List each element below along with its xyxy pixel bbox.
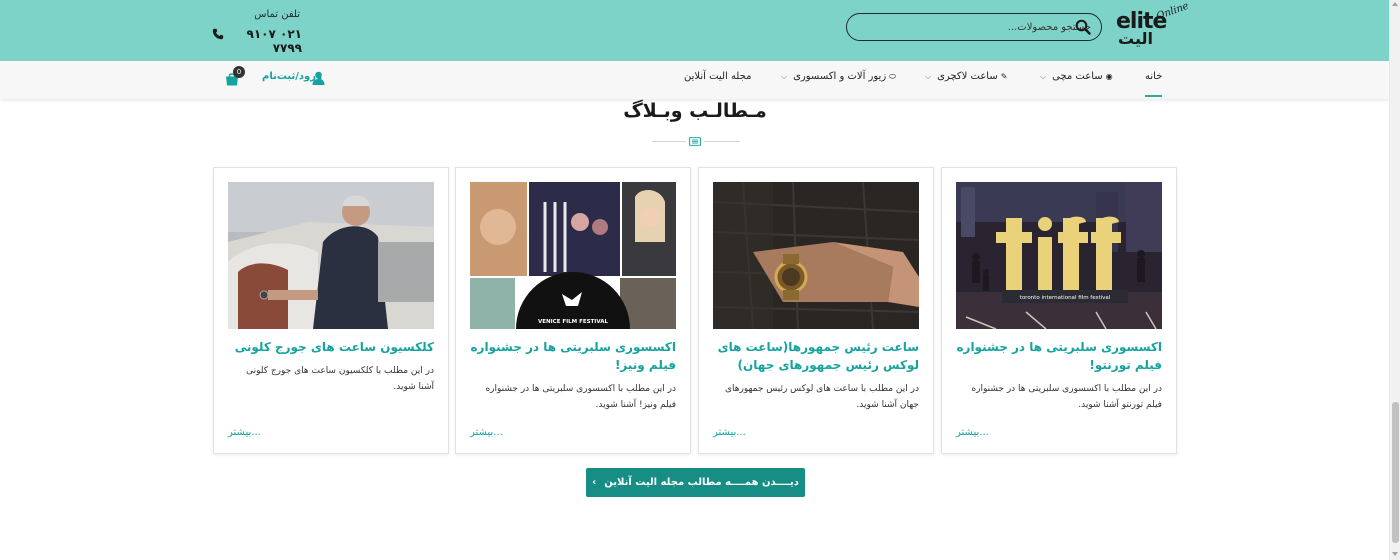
nav-home-label: خانه xyxy=(1145,71,1163,82)
read-more-link[interactable]: بیشتر... xyxy=(713,427,746,438)
blog-card-title[interactable]: کلکسیون ساعت های جورج کلونی xyxy=(228,338,434,356)
blog-card: کلکسیون ساعت های جورج کلونی در این مطلب … xyxy=(213,167,449,454)
nav-wristwatch-label: ساعت مچی xyxy=(1052,71,1103,82)
chevron-right-icon: › xyxy=(592,477,597,488)
blog-card: toronto international film festival اکسس… xyxy=(941,167,1177,454)
nav-item-luxury-watch[interactable]: ✎ساعت لاکچری ⌵ xyxy=(925,71,1007,91)
phone-icon xyxy=(212,28,224,40)
site-logo[interactable]: elite Online الیت xyxy=(1114,1,1190,48)
login-register-link[interactable]: ورود/ثبت‌نام xyxy=(262,71,322,87)
scroll-down-arrow-icon[interactable] xyxy=(1392,552,1398,556)
blog-card-excerpt: در این مطلب با کلکسیون ساعت های جورج کلو… xyxy=(246,366,434,392)
blog-card-excerpt: در این مطلب با ساعت های لوکس رئیس جمهوره… xyxy=(724,384,919,410)
nav-item-jewelry[interactable]: ⬭زیور آلات و اکسسوری ⌵ xyxy=(781,71,896,91)
newspaper-icon xyxy=(686,135,704,148)
nav-item-magazine[interactable]: مجله الیت آنلاین xyxy=(684,71,751,91)
blog-card-image[interactable]: VENICE FILM FESTIVAL xyxy=(470,182,676,329)
blog-card-excerpt: در این مطلب با اکسسوری سلبریتی ها در جشن… xyxy=(485,384,676,410)
read-more-link[interactable]: بیشتر... xyxy=(228,427,261,438)
venice-banner-text: VENICE FILM FESTIVAL xyxy=(538,319,608,325)
clock-icon: ◉ xyxy=(1105,72,1113,81)
view-all-posts-label: دیــــدن همــــه مطالب مجله الیت آنلاین xyxy=(604,477,799,488)
section-title: مـطالـب وبـلاگ xyxy=(623,100,767,122)
search-icon[interactable] xyxy=(1075,19,1091,35)
nav-magazine-label: مجله الیت آنلاین xyxy=(684,71,752,82)
nav-jewelry-label: زیور آلات و اکسسوری xyxy=(793,71,887,82)
cart-count-badge: 0 xyxy=(233,66,245,78)
blog-card-title[interactable]: ساعت رئیس جمهورها(ساعت های لوکس رئیس جمه… xyxy=(713,338,919,374)
scroll-up-arrow-icon[interactable] xyxy=(1392,2,1398,6)
search-input[interactable] xyxy=(891,18,1091,36)
pencil-icon: ✎ xyxy=(1000,72,1008,81)
tiff-sign-text: toronto international film festival xyxy=(1020,295,1111,301)
main-nav: خانه ◉ساعت مچی ⌵ ✎ساعت لاکچری ⌵ ⬭زیور آلات… xyxy=(0,61,1389,99)
blog-card-title[interactable]: اکسسوری سلبریتی ها در جشنواره فیلم ونیز! xyxy=(470,338,676,374)
ring-icon: ⬭ xyxy=(889,72,896,81)
blog-card-image[interactable] xyxy=(228,182,434,329)
nav-item-wristwatch[interactable]: ◉ساعت مچی ⌵ xyxy=(1040,71,1113,91)
chevron-down-icon: ⌵ xyxy=(781,72,788,81)
blog-card-image[interactable] xyxy=(713,182,919,329)
blog-card-image[interactable]: toronto international film festival xyxy=(956,182,1162,329)
logo-text-fa: الیت xyxy=(1118,29,1153,48)
search-box xyxy=(846,13,1102,41)
page-scrollbar[interactable] xyxy=(1389,0,1400,560)
scrollbar-thumb[interactable] xyxy=(1392,402,1399,543)
blog-card-title[interactable]: اکسسوری سلبریتی ها در جشنواره فیلم تورنت… xyxy=(956,338,1162,374)
top-header: elite Online الیت تلفن تماس ۰۲۱ ۹۱۰۷ ۷۷۹… xyxy=(0,0,1389,61)
phone-number-text: ۰۲۱ ۹۱۰۷ ۷۷۹۹ xyxy=(246,27,302,55)
phone-number[interactable]: ۰۲۱ ۹۱۰۷ ۷۷۹۹ xyxy=(212,27,302,55)
nav-luxury-label: ساعت لاکچری xyxy=(937,71,998,82)
blog-card: ساعت رئیس جمهورها(ساعت های لوکس رئیس جمه… xyxy=(698,167,934,454)
logo-text-online: Online xyxy=(1155,0,1191,23)
contact-label: تلفن تماس xyxy=(254,9,300,20)
chevron-down-icon: ⌵ xyxy=(925,72,932,81)
view-all-posts-button[interactable]: دیــــدن همــــه مطالب مجله الیت آنلاین › xyxy=(586,468,805,497)
nav-item-home[interactable]: خانه xyxy=(1145,71,1163,97)
read-more-link[interactable]: بیشتر... xyxy=(470,427,503,438)
chevron-down-icon: ⌵ xyxy=(1040,72,1047,81)
read-more-link[interactable]: بیشتر... xyxy=(956,427,989,438)
blog-card-excerpt: در این مطلب با اکسسوری سلبریتی ها در جشن… xyxy=(971,384,1162,410)
blog-card: VENICE FILM FESTIVAL اکسسوری سلبریتی ها … xyxy=(455,167,691,454)
